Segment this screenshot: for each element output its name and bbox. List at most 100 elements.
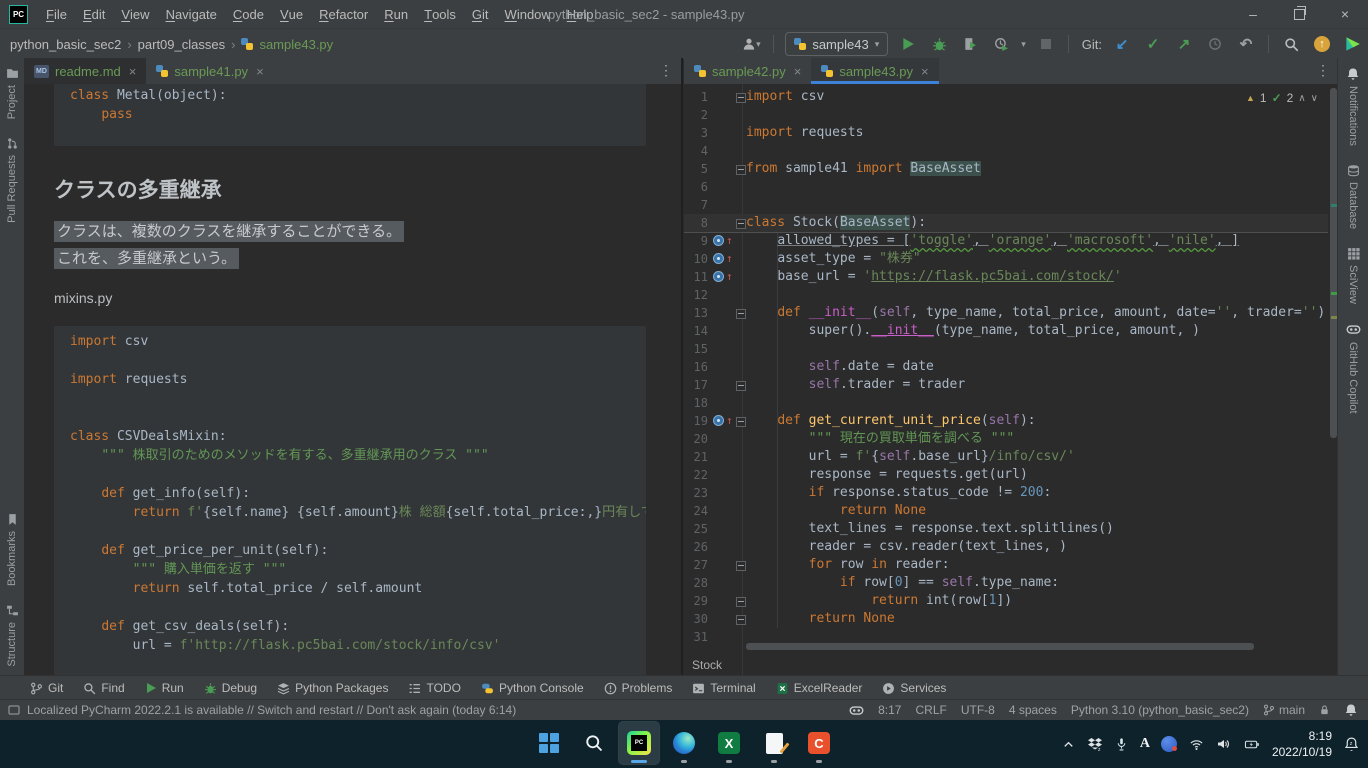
tray-ime[interactable]: A <box>1140 736 1150 752</box>
status-git-branch[interactable]: main <box>1263 703 1305 717</box>
code-line[interactable]: 14 super().__init__(type_name, total_pri… <box>684 322 1328 340</box>
code-line[interactable]: 27 for row in reader: <box>684 556 1328 574</box>
fold-icon[interactable] <box>736 165 746 175</box>
close-icon[interactable]: × <box>794 64 802 79</box>
restore-button[interactable] <box>1276 0 1322 28</box>
editor-breadcrumb[interactable]: Stock <box>692 658 722 672</box>
status-encoding[interactable]: UTF-8 <box>961 703 995 717</box>
tray-dropbox[interactable]: z <box>1087 736 1103 752</box>
markdown-preview[interactable]: class Metal(object): pass クラスの多重継承 クラスは、… <box>24 84 681 676</box>
code-line[interactable]: 7 <box>684 196 1328 214</box>
code-line[interactable]: 20 """ 現在の買取単価を調べる """ <box>684 430 1328 448</box>
attribute-gutter-icon[interactable] <box>713 235 724 246</box>
code-line[interactable]: 3import requests <box>684 124 1328 142</box>
tool-window-excel[interactable]: ExcelReader <box>776 681 863 695</box>
menu-view[interactable]: View <box>113 0 157 28</box>
attribute-gutter-icon[interactable] <box>713 415 724 426</box>
tool-window-debug[interactable]: Debug <box>204 681 257 695</box>
code-line[interactable]: 12 <box>684 286 1328 304</box>
tool-button-project[interactable]: Project <box>6 58 19 128</box>
tool-button-github-copilot[interactable]: GitHub Copilot <box>1346 313 1361 423</box>
tray-focus-assist[interactable]: z <box>1343 736 1360 753</box>
fold-icon[interactable] <box>736 93 746 103</box>
tool-window-problems[interactable]: Problems <box>604 681 673 695</box>
attribute-gutter-icon[interactable] <box>713 253 724 264</box>
tool-window-run[interactable]: Run <box>145 681 184 695</box>
code-line[interactable]: 25 text_lines = response.text.splitlines… <box>684 520 1328 538</box>
tab-sample41.py[interactable]: sample41.py× <box>146 58 273 84</box>
code-line[interactable]: 6 <box>684 178 1328 196</box>
menu-refactor[interactable]: Refactor <box>311 0 376 28</box>
profiler-button[interactable] <box>990 33 1012 55</box>
git-update-button[interactable]: ↙ <box>1111 33 1133 55</box>
breadcrumb-item[interactable]: part09_classes <box>138 37 225 52</box>
taskbar-edge-button[interactable] <box>664 722 704 764</box>
horizontal-scrollbar[interactable] <box>746 643 1254 650</box>
fold-icon[interactable] <box>736 561 746 571</box>
profile-button[interactable]: ▾ <box>740 33 762 55</box>
menu-run[interactable]: Run <box>376 0 416 28</box>
run-button[interactable] <box>897 33 919 55</box>
vertical-scrollbar[interactable] <box>1330 88 1337 438</box>
status-message-area[interactable]: Localized PyCharm 2022.2.1 is available … <box>0 703 516 717</box>
code-line[interactable]: 11↑ base_url = 'https://flask.pc5bai.com… <box>684 268 1328 286</box>
fold-icon[interactable] <box>736 615 746 625</box>
menu-file[interactable]: File <box>38 0 75 28</box>
taskbar-notepad-button[interactable] <box>754 722 794 764</box>
code-line[interactable]: 1import csv <box>684 88 1328 106</box>
menu-code[interactable]: Code <box>225 0 272 28</box>
fold-icon[interactable] <box>736 381 746 391</box>
git-rollback-button[interactable]: ↶ <box>1235 33 1257 55</box>
fold-icon[interactable] <box>736 309 746 319</box>
tab-readme.md[interactable]: MDreadme.md× <box>24 58 146 84</box>
code-line[interactable]: 29 return int(row[1]) <box>684 592 1328 610</box>
code-line[interactable]: 22 response = requests.get(url) <box>684 466 1328 484</box>
tool-button-database[interactable]: Database <box>1347 155 1360 238</box>
close-icon[interactable]: × <box>256 64 264 79</box>
code-editor[interactable]: 1import csv23import requests45from sampl… <box>684 84 1338 676</box>
breadcrumb-item[interactable]: sample43.py <box>259 37 333 52</box>
tray-mic[interactable] <box>1114 737 1129 752</box>
tray-volume[interactable] <box>1216 736 1232 752</box>
code-line[interactable]: 23 if response.status_code != 200: <box>684 484 1328 502</box>
code-line[interactable]: 2 <box>684 106 1328 124</box>
toolbox-button[interactable] <box>1342 33 1364 55</box>
tray-battery[interactable] <box>1243 737 1261 752</box>
code-line[interactable]: 24 return None <box>684 502 1328 520</box>
tab-sample43.py[interactable]: sample43.py× <box>811 58 938 84</box>
code-line[interactable]: 28 if row[0] == self.type_name: <box>684 574 1328 592</box>
tool-window-terminal[interactable]: Terminal <box>692 681 755 695</box>
fold-icon[interactable] <box>736 417 746 427</box>
tool-button-structure[interactable]: Structure <box>6 595 19 676</box>
code-line[interactable]: 21 url = f'{self.base_url}/info/csv/' <box>684 448 1328 466</box>
prev-problem-icon[interactable]: ∧ <box>1298 93 1305 104</box>
attribute-gutter-icon[interactable] <box>713 271 724 282</box>
tool-button-notifications[interactable]: Notifications <box>1346 58 1360 155</box>
close-button[interactable]: × <box>1322 0 1368 28</box>
status-caret-position[interactable]: 8:17 <box>878 703 901 717</box>
code-line[interactable]: 16 self.date = date <box>684 358 1328 376</box>
code-line[interactable]: 10↑ asset_type = "株券" <box>684 250 1328 268</box>
fold-icon[interactable] <box>736 597 746 607</box>
more-options-icon[interactable]: ⋮ <box>1316 62 1330 79</box>
git-history-button[interactable] <box>1204 33 1226 55</box>
taskbar-start-button[interactable] <box>529 722 569 764</box>
coverage-button[interactable] <box>959 33 981 55</box>
close-icon[interactable]: × <box>921 64 929 79</box>
tool-window-todo[interactable]: TODO <box>408 681 460 695</box>
taskbar-pycharm-button[interactable]: PC <box>619 722 659 764</box>
tool-window-packages[interactable]: Python Packages <box>277 681 388 695</box>
tool-window-services[interactable]: Services <box>882 681 946 695</box>
tool-button-sciview[interactable]: SciView <box>1347 238 1360 313</box>
status-notifications[interactable] <box>1344 703 1358 717</box>
tool-button-pull-requests[interactable]: Pull Requests <box>6 128 19 232</box>
debug-button[interactable] <box>928 33 950 55</box>
menu-vue[interactable]: Vue <box>272 0 311 28</box>
code-line[interactable]: 5from sample41 import BaseAsset <box>684 160 1328 178</box>
menu-navigate[interactable]: Navigate <box>158 0 225 28</box>
tray-wifi[interactable] <box>1188 737 1205 752</box>
tray-chevron[interactable] <box>1061 737 1076 752</box>
search-everywhere-button[interactable] <box>1280 33 1302 55</box>
profiler-dropdown-icon[interactable]: ▾ <box>1021 39 1026 50</box>
code-line[interactable]: 4 <box>684 142 1328 160</box>
